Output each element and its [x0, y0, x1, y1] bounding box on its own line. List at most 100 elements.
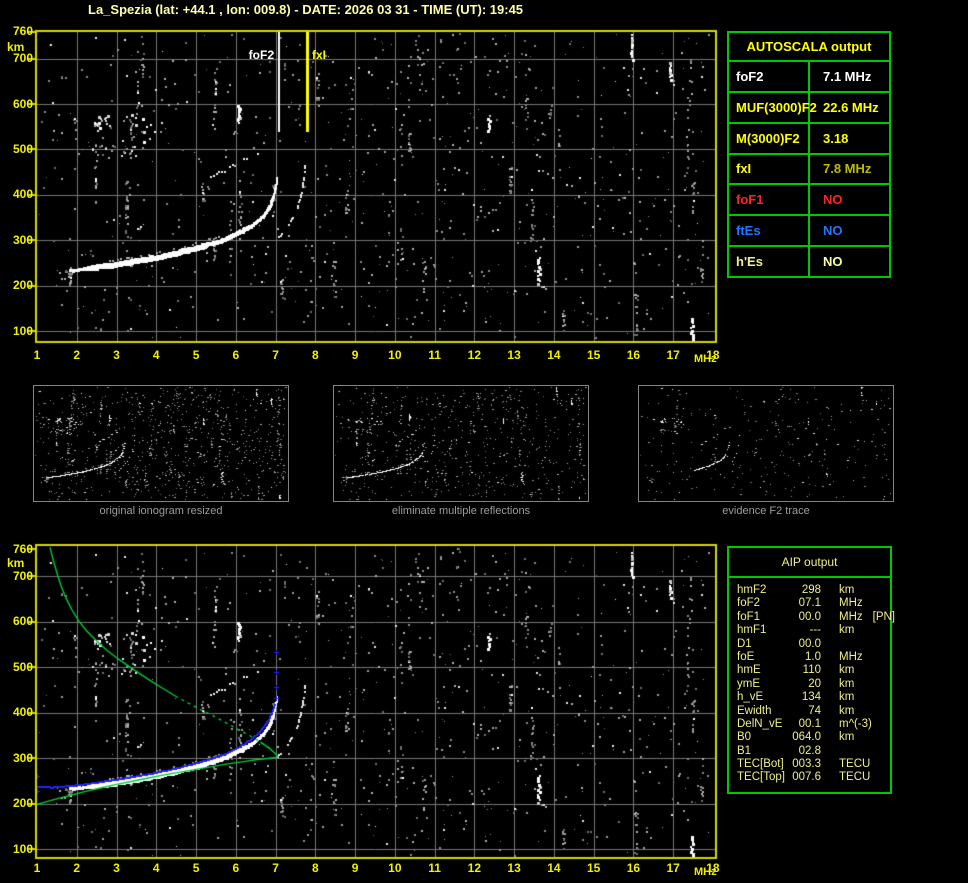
x-tick-label: 10: [388, 861, 402, 875]
page-title: La_Spezia (lat: +44.1 , lon: 009.8) - DA…: [88, 2, 524, 17]
aip-row-delnve: DelN_vE 00.1 m^(-3): [729, 718, 890, 731]
autoscala-screen: La_Spezia (lat: +44.1 , lon: 009.8) - DA…: [0, 0, 968, 883]
thumbnail-evidence-f2: [638, 385, 894, 502]
x-axis-unit-label: MHz: [694, 866, 717, 878]
autoscala-table: AUTOSCALA output foF2 7.1 MHz MUF(3000)F2 2…: [727, 31, 891, 278]
aip-label: hmE: [737, 664, 761, 677]
autoscala-row-hes: h'Es NO: [729, 245, 889, 276]
x-tick-label: 14: [547, 348, 561, 362]
x-axis-unit-label: MHz: [694, 353, 717, 365]
fxI-marker-label: fxI: [312, 48, 327, 62]
y-axis-unit-label: km: [7, 40, 25, 54]
aip-unit: km: [839, 704, 855, 717]
y-tick-label: 300: [12, 750, 33, 765]
y-tick-label: 500: [12, 659, 33, 674]
thumbnail-caption-original: original ionogram resized: [99, 505, 223, 517]
aip-table: AIP output hmF2 298 km foF2 07.1 MHz foF1 00.0 M…: [727, 546, 895, 794]
x-tick-label: 13: [507, 348, 521, 362]
x-tick-label: 14: [547, 861, 561, 875]
x-tick-label: 7: [272, 861, 279, 875]
aip-label: TEC[Top]: [737, 771, 785, 784]
aip-label: h_vE: [737, 691, 764, 704]
aip-label: D1: [737, 637, 752, 650]
y-tick-label: 600: [12, 96, 33, 111]
thumbnail-eliminate-reflections: [333, 385, 589, 502]
autoscala-row-ftes: ftEs NO: [729, 214, 889, 246]
thumbnail-caption-eliminate: eliminate multiple reflections: [391, 505, 531, 517]
x-tick-label: 16: [626, 861, 641, 875]
autoscala-table-rows: foF2 7.1 MHz MUF(3000)F2 22.6 MHz M(3000)F2 3…: [729, 60, 889, 276]
aip-row-d1: D1 00.0: [729, 638, 890, 651]
profile-ionogram-canvas: [26, 538, 722, 862]
y-axis-unit-label: km: [7, 556, 25, 570]
aip-row-tecbot: TEC[Bot] 003.3 TECU: [729, 758, 890, 771]
aip-table-header: AIP output: [729, 548, 890, 578]
x-tick-label: 10: [388, 348, 402, 362]
x-tick-label: 2: [73, 861, 81, 875]
x-tick-label: 1: [33, 348, 41, 362]
aip-value: 74: [808, 704, 821, 717]
x-tick-label: 15: [586, 861, 601, 875]
y-tick-label: 300: [12, 232, 33, 247]
aip-value: 007.6: [792, 771, 821, 784]
x-tick-label: 17: [666, 861, 680, 875]
y-tick-label: 700: [12, 51, 33, 66]
x-tick-label: 6: [232, 861, 240, 875]
x-tick-label: 8: [311, 861, 319, 875]
aip-row-hmf1: hmF1 --- km: [729, 624, 890, 637]
x-tick-label: 3: [113, 861, 120, 875]
aip-value: 20: [808, 677, 821, 690]
x-tick-label: 11: [428, 348, 441, 362]
aip-table-rows: hmF2 298 km foF2 07.1 MHz foF1 00.0 MHz [PN] hmF1 -…: [729, 578, 895, 785]
parameter-label: foF2: [729, 62, 810, 91]
aip-value: 110: [802, 664, 821, 677]
parameter-value: 3.18: [823, 130, 849, 146]
y-tick-label: 400: [12, 705, 33, 720]
thumbnail-evidence-canvas: [639, 386, 893, 501]
aip-value: 134: [801, 691, 821, 704]
x-tick-label: 4: [152, 861, 160, 875]
aip-label: Ewidth: [737, 704, 772, 717]
aip-unit: km: [839, 677, 855, 690]
aip-label: foE: [737, 650, 755, 663]
y-tick-label: 760: [12, 24, 33, 38]
thumbnail-original-canvas: [34, 386, 288, 501]
aip-label: hmF1: [737, 624, 767, 637]
y-tick-label: 600: [12, 614, 33, 629]
aip-label: B0: [737, 731, 752, 744]
aip-row-foe: foE 1.0 MHz: [729, 651, 890, 664]
aip-row-b1: B1 02.8: [729, 745, 890, 758]
parameter-label: foF1: [729, 185, 810, 215]
parameter-label: M(3000)F2: [729, 123, 810, 153]
aip-row-b0: B0 064.0 km: [729, 731, 890, 744]
parameter-value: 7.8 MHz: [823, 161, 872, 177]
aip-value: 064.0: [792, 731, 821, 744]
x-tick-label: 5: [192, 861, 200, 875]
aip-value: 00.1: [798, 717, 821, 730]
aip-label: TEC[Bot]: [737, 758, 784, 771]
aip-row-hme: hmE 110 km: [729, 664, 890, 677]
aip-label: foF2: [737, 597, 761, 610]
x-tick-label: 7: [272, 348, 279, 362]
parameter-value: NO: [823, 253, 843, 269]
aip-value: 00.0: [798, 610, 821, 623]
y-tick-label: 200: [12, 796, 33, 811]
thumbnail-caption-evidence: evidence F2 trace: [722, 505, 810, 517]
x-tick-label: 5: [192, 348, 200, 362]
parameter-value: 7.1 MHz: [823, 68, 872, 84]
aip-row-tectop: TEC[Top] 007.6 TECU: [729, 771, 890, 784]
aip-row-ewidth: Ewidth 74 km: [729, 705, 890, 718]
aip-unit: km: [839, 584, 855, 596]
aip-value: 1.0: [805, 650, 821, 663]
aip-label: DelN_vE: [737, 717, 783, 730]
aip-unit: TECU: [839, 771, 871, 784]
x-tick-label: 16: [626, 348, 641, 362]
autoscala-table-header: AUTOSCALA output: [746, 39, 872, 54]
y-tick-label: 400: [12, 187, 33, 202]
aip-value: 00.0: [798, 637, 821, 650]
parameter-value: NO: [823, 192, 843, 208]
top-ionogram-canvas: [26, 24, 722, 346]
aip-label: foF1: [737, 610, 761, 623]
y-tick-label: 100: [12, 323, 33, 338]
parameter-label: h'Es: [729, 247, 810, 276]
